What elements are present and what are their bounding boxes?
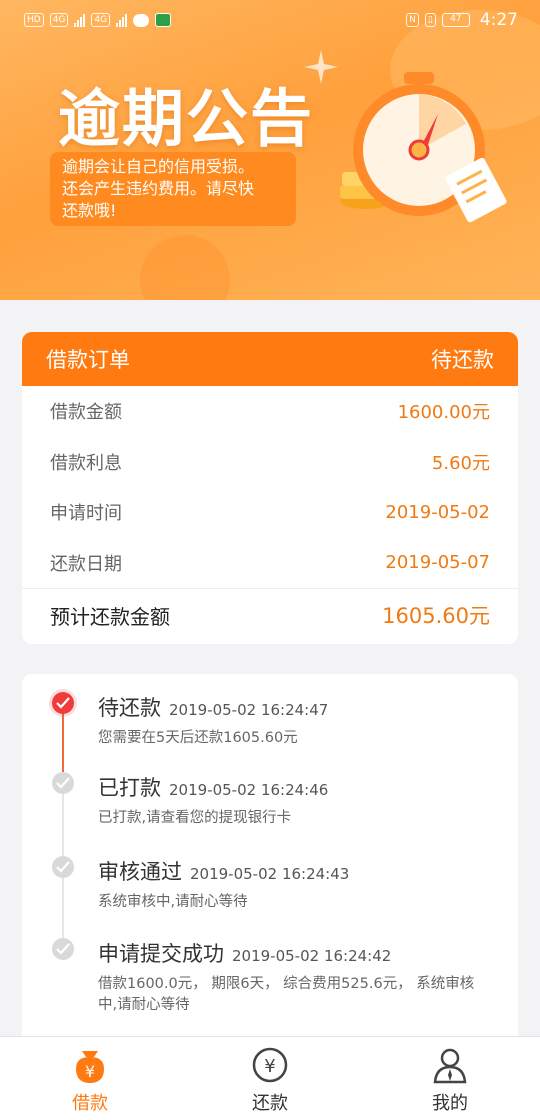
- status-bar-left: HD 4G 4G: [24, 13, 172, 27]
- yen-circle-icon: ¥: [252, 1047, 288, 1083]
- row-value: 2019-05-07: [385, 552, 490, 574]
- order-row-interest: 借款利息 5.60元: [22, 437, 518, 488]
- nav-label: 借款: [72, 1093, 108, 1114]
- network-4g-indicator: 4G: [91, 13, 111, 27]
- clock: 4:27: [479, 10, 518, 30]
- timeline-status: 审核通过: [98, 860, 182, 884]
- status-bar-right: N ▯ 47 4:27: [406, 10, 518, 30]
- stopwatch-illustration: [340, 72, 507, 223]
- banner-note-line: 还会产生违约费用。请尽快: [62, 179, 255, 198]
- svg-text:¥: ¥: [264, 1056, 275, 1077]
- row-label: 借款金额: [50, 402, 122, 424]
- bottom-nav: ¥ 借款 ¥ 还款 我的: [0, 1036, 540, 1120]
- row-value: 2019-05-02: [385, 501, 490, 523]
- timeline-desc: 已打款,请查看您的提现银行卡: [98, 810, 292, 826]
- signal-icon: [116, 13, 128, 27]
- timeline-title: 待还款 2019-05-02 16:24:47: [98, 692, 328, 722]
- vibrate-icon: ▯: [424, 13, 436, 27]
- timeline-desc: 系统审核中,请耐心等待: [98, 894, 248, 910]
- banner-note-line: 还款哦!: [62, 201, 117, 220]
- timeline-time: 2019-05-02 16:24:42: [232, 947, 392, 965]
- timeline-time: 2019-05-02 16:24:47: [169, 701, 329, 719]
- order-header: 借款订单 待还款: [22, 332, 518, 386]
- timeline-status: 已打款: [98, 776, 161, 800]
- order-row-apply-date: 申请时间 2019-05-02: [22, 487, 518, 538]
- timeline-connector-active: [62, 708, 64, 772]
- nav-tab-repay[interactable]: ¥ 还款: [180, 1037, 360, 1120]
- check-icon: [52, 938, 74, 960]
- nav-tab-mine[interactable]: 我的: [360, 1037, 540, 1120]
- check-icon: [52, 692, 74, 714]
- network-4g-indicator: 4G: [49, 13, 69, 27]
- row-label: 申请时间: [50, 503, 122, 525]
- overdue-notice-banner: 逾期公告 逾期会让自己的信用受损。 还会产生违约费用。请尽快 还款哦!: [0, 0, 540, 300]
- row-value: 5.60元: [431, 452, 490, 474]
- total-value: 1605.60元: [382, 604, 490, 628]
- timeline-time: 2019-05-02 16:24:43: [190, 865, 350, 883]
- timeline-title: 已打款 2019-05-02 16:24:46: [98, 772, 328, 802]
- check-icon: [52, 856, 74, 878]
- battery-icon: 47: [441, 13, 470, 27]
- row-label: 还款日期: [50, 553, 122, 575]
- progress-timeline-card: 待还款 2019-05-02 16:24:47 您需要在5天后还款1605.60元…: [22, 674, 518, 1054]
- banner-title: 逾期公告: [58, 82, 315, 155]
- order-header-title: 借款订单: [46, 348, 130, 372]
- check-icon: [52, 772, 74, 794]
- nfc-icon: N: [406, 13, 419, 27]
- timeline-title: 申请提交成功 2019-05-02 16:24:42: [98, 938, 391, 968]
- banner-note-line: 逾期会让自己的信用受损。: [62, 157, 255, 176]
- order-row-repay-date: 还款日期 2019-05-07: [22, 538, 518, 589]
- loan-bag-icon: ¥: [76, 1051, 104, 1083]
- nav-label: 我的: [432, 1093, 468, 1114]
- signal-icon: [74, 13, 86, 27]
- row-label: 借款利息: [50, 452, 122, 474]
- timeline-status: 申请提交成功: [98, 942, 224, 966]
- order-total-row: 预计还款金额 1605.60元: [22, 588, 518, 641]
- app-notification-icon: [155, 13, 172, 27]
- nav-tab-loan[interactable]: ¥ 借款: [0, 1037, 180, 1120]
- decorative-blob: [140, 235, 230, 300]
- svg-text:¥: ¥: [85, 1062, 95, 1081]
- timeline-desc: 借款1600.0元， 期限6天， 综合费用525.6元， 系统审核中,请耐心等待: [98, 976, 475, 1013]
- status-bar: HD 4G 4G N ▯ 47 4:27: [0, 0, 540, 40]
- chat-notification-icon: [133, 13, 150, 27]
- banner-note: 逾期会让自己的信用受损。 还会产生违约费用。请尽快 还款哦!: [50, 152, 296, 226]
- order-status: 待还款: [431, 348, 494, 372]
- row-value: 1600.00元: [397, 402, 490, 424]
- loan-order-card: 借款订单 待还款 借款金额 1600.00元 借款利息 5.60元 申请时间 2…: [22, 332, 518, 644]
- hd-indicator: HD: [24, 13, 44, 27]
- timeline-desc: 您需要在5天后还款1605.60元: [98, 730, 298, 746]
- timeline-title: 审核通过 2019-05-02 16:24:43: [98, 856, 349, 886]
- total-label: 预计还款金额: [50, 604, 170, 629]
- nav-label: 还款: [252, 1093, 288, 1114]
- user-icon: [433, 1048, 467, 1084]
- timeline-status: 待还款: [98, 696, 161, 720]
- order-row-loan-amount: 借款金额 1600.00元: [22, 386, 518, 437]
- timeline-time: 2019-05-02 16:24:46: [169, 781, 329, 799]
